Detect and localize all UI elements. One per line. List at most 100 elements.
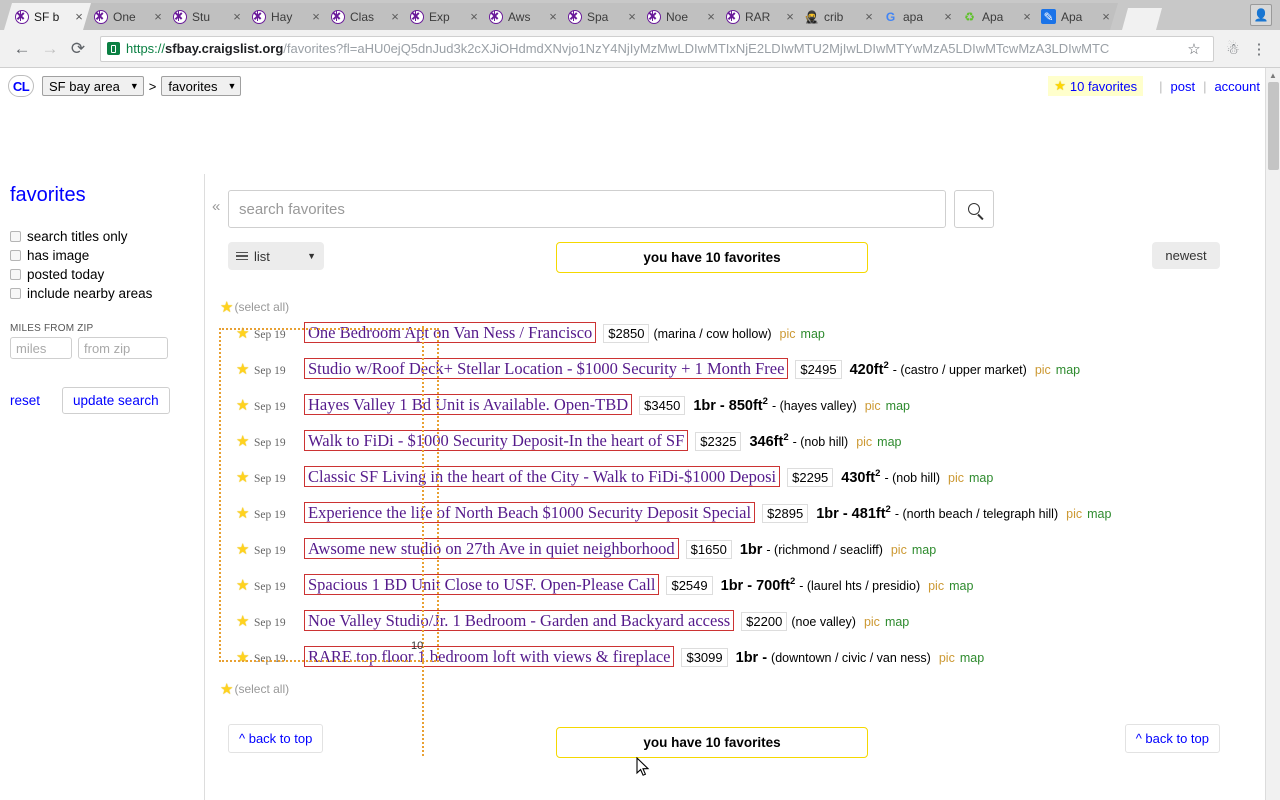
listing-title-link[interactable]: Studio w/Roof Deck+ Stellar Location - $… xyxy=(304,358,788,379)
browser-tab[interactable]: Hay× xyxy=(241,3,328,30)
listing-map-link[interactable]: map xyxy=(886,399,910,413)
listing-row[interactable]: ★Sep 19Studio w/Roof Deck+ Stellar Locat… xyxy=(216,358,1216,394)
listing-title-link[interactable]: Walk to FiDi - $1000 Security Deposit-In… xyxy=(304,430,688,451)
listing-title-link[interactable]: RARE top floor 1 bedroom loft with views… xyxy=(304,646,674,667)
listing-title-link[interactable]: Hayes Valley 1 Bd Unit is Available. Ope… xyxy=(304,394,632,415)
favorite-star-icon[interactable]: ★ xyxy=(236,468,254,486)
tab-close-icon[interactable]: × xyxy=(547,10,559,23)
listing-map-link[interactable]: map xyxy=(912,543,936,557)
profile-button[interactable]: 👤 xyxy=(1250,4,1272,26)
update-search-button[interactable]: update search xyxy=(62,387,170,414)
tab-close-icon[interactable]: × xyxy=(863,10,875,23)
listing-pic-link[interactable]: pic xyxy=(1066,507,1082,521)
favorite-star-icon[interactable]: ★ xyxy=(236,576,254,594)
listing-pic-link[interactable]: pic xyxy=(865,399,881,413)
back-to-top-left[interactable]: ^ back to top xyxy=(228,724,323,753)
listing-title-link[interactable]: Classic SF Living in the heart of the Ci… xyxy=(304,466,780,487)
browser-tab[interactable]: Exp× xyxy=(399,3,486,30)
view-mode-dropdown[interactable]: list ▼ xyxy=(228,242,324,270)
tab-close-icon[interactable]: × xyxy=(468,10,480,23)
listing-pic-link[interactable]: pic xyxy=(939,651,955,665)
browser-tab[interactable]: Aws× xyxy=(478,3,565,30)
reset-link[interactable]: reset xyxy=(10,393,40,408)
browser-tab[interactable]: SF b× xyxy=(4,3,91,30)
listing-row[interactable]: ★Sep 19Walk to FiDi - $1000 Security Dep… xyxy=(216,430,1216,466)
listing-row[interactable]: ★Sep 19Classic SF Living in the heart of… xyxy=(216,466,1216,502)
forward-icon[interactable]: → xyxy=(36,35,64,63)
listing-map-link[interactable]: map xyxy=(877,435,901,449)
listing-map-link[interactable]: map xyxy=(885,615,909,629)
select-all-bottom[interactable]: ★ (select all) xyxy=(220,680,289,698)
filter-checkbox-row[interactable]: include nearby areas xyxy=(10,286,194,301)
listing-row[interactable]: ★Sep 19Hayes Valley 1 Bd Unit is Availab… xyxy=(216,394,1216,430)
scroll-up-arrow-icon[interactable]: ▲ xyxy=(1266,68,1280,82)
tab-close-icon[interactable]: × xyxy=(152,10,164,23)
listing-row[interactable]: ★Sep 19One Bedroom Apt on Van Ness / Fra… xyxy=(216,322,1216,358)
browser-tab[interactable]: Spa× xyxy=(557,3,644,30)
miles-input[interactable]: miles xyxy=(10,337,72,359)
favorite-star-icon[interactable]: ★ xyxy=(236,612,254,630)
post-link[interactable]: post xyxy=(1170,79,1195,94)
account-link[interactable]: account xyxy=(1214,79,1260,94)
tab-close-icon[interactable]: × xyxy=(231,10,243,23)
listing-row[interactable]: ★Sep 19RARE top floor 1 bedroom loft wit… xyxy=(216,646,1216,682)
favorite-star-icon[interactable]: ★ xyxy=(236,324,254,342)
search-input[interactable]: search favorites xyxy=(228,190,946,228)
extension-icon[interactable]: ☃ xyxy=(1220,36,1246,62)
listing-map-link[interactable]: map xyxy=(969,471,993,485)
listing-pic-link[interactable]: pic xyxy=(856,435,872,449)
listing-pic-link[interactable]: pic xyxy=(864,615,880,629)
sort-newest-button[interactable]: newest xyxy=(1152,242,1220,269)
checkbox[interactable] xyxy=(10,288,21,299)
listing-title-link[interactable]: Awsome new studio on 27th Ave in quiet n… xyxy=(304,538,679,559)
select-all-top[interactable]: ★ (select all) xyxy=(220,298,289,316)
search-button[interactable] xyxy=(954,190,994,228)
page-scrollbar[interactable]: ▲ xyxy=(1265,68,1280,800)
browser-menu-icon[interactable]: ⋮ xyxy=(1246,36,1272,62)
listing-map-link[interactable]: map xyxy=(949,579,973,593)
favorite-star-icon[interactable]: ★ xyxy=(236,396,254,414)
reload-icon[interactable]: ⟳ xyxy=(64,35,92,63)
checkbox[interactable] xyxy=(10,231,21,242)
listing-row[interactable]: ★Sep 19Spacious 1 BD Unit Close to USF. … xyxy=(216,574,1216,610)
listing-row[interactable]: ★Sep 19Experience the life of North Beac… xyxy=(216,502,1216,538)
tab-close-icon[interactable]: × xyxy=(784,10,796,23)
address-bar[interactable]: https://sfbay.craigslist.org/favorites?f… xyxy=(100,36,1214,62)
tab-close-icon[interactable]: × xyxy=(705,10,717,23)
listing-map-link[interactable]: map xyxy=(801,327,825,341)
listing-pic-link[interactable]: pic xyxy=(780,327,796,341)
checkbox[interactable] xyxy=(10,250,21,261)
tab-close-icon[interactable]: × xyxy=(389,10,401,23)
back-icon[interactable]: ← xyxy=(8,35,36,63)
browser-tab[interactable]: RAR× xyxy=(715,3,802,30)
listing-pic-link[interactable]: pic xyxy=(891,543,907,557)
filter-checkbox-row[interactable]: search titles only xyxy=(10,229,194,244)
sidebar-collapse-handle[interactable]: « xyxy=(212,198,220,215)
listing-pic-link[interactable]: pic xyxy=(1035,363,1051,377)
tab-close-icon[interactable]: × xyxy=(1021,10,1033,23)
tab-close-icon[interactable]: × xyxy=(310,10,322,23)
filter-checkbox-row[interactable]: posted today xyxy=(10,267,194,282)
browser-tab[interactable]: Gapa× xyxy=(873,3,960,30)
new-tab-button[interactable] xyxy=(1122,8,1162,30)
browser-tab[interactable]: Clas× xyxy=(320,3,407,30)
favorite-star-icon[interactable]: ★ xyxy=(236,360,254,378)
tab-close-icon[interactable]: × xyxy=(942,10,954,23)
tab-close-icon[interactable]: × xyxy=(73,10,85,23)
listing-pic-link[interactable]: pic xyxy=(948,471,964,485)
listing-row[interactable]: ★Sep 19Awsome new studio on 27th Ave in … xyxy=(216,538,1216,574)
listing-map-link[interactable]: map xyxy=(960,651,984,665)
listing-title-link[interactable]: Experience the life of North Beach $1000… xyxy=(304,502,755,523)
checkbox[interactable] xyxy=(10,269,21,280)
favorite-star-icon[interactable]: ★ xyxy=(236,540,254,558)
browser-tab[interactable]: ✎Apa× xyxy=(1031,3,1118,30)
listing-title-link[interactable]: One Bedroom Apt on Van Ness / Francisco xyxy=(304,322,596,343)
favorite-star-icon[interactable]: ★ xyxy=(236,648,254,666)
craigslist-logo[interactable]: CL xyxy=(8,75,34,97)
browser-tab[interactable]: One× xyxy=(83,3,170,30)
filter-checkbox-row[interactable]: has image xyxy=(10,248,194,263)
category-select[interactable]: favorites ▼ xyxy=(161,76,241,96)
tab-close-icon[interactable]: × xyxy=(1100,10,1112,23)
favorites-badge[interactable]: ★ 10 favorites xyxy=(1048,76,1143,96)
browser-tab[interactable]: Stu× xyxy=(162,3,249,30)
